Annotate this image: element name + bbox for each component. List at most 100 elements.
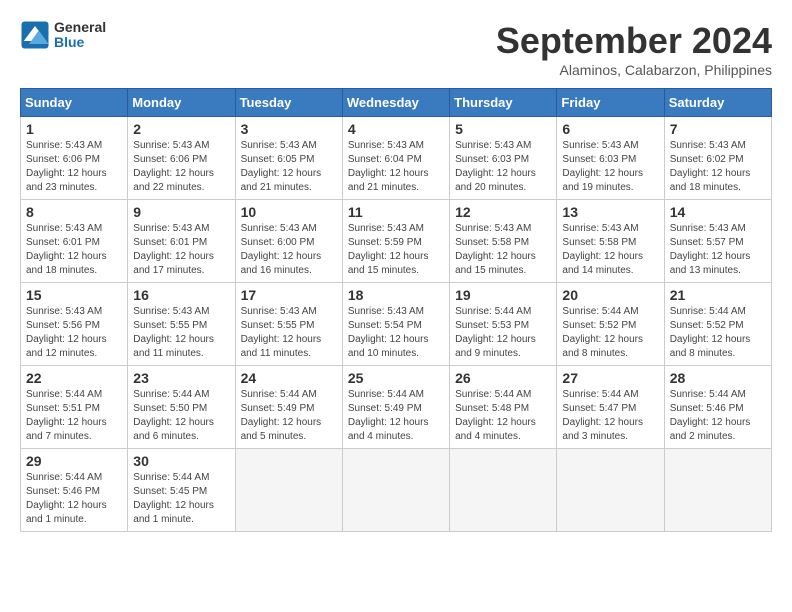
- calendar-cell: [235, 449, 342, 532]
- calendar-cell: 19 Sunrise: 5:44 AMSunset: 5:53 PMDayligh…: [450, 283, 557, 366]
- calendar-cell: [664, 449, 771, 532]
- day-number: 17: [241, 287, 337, 303]
- day-number: 2: [133, 121, 229, 137]
- calendar-cell: 28 Sunrise: 5:44 AMSunset: 5:46 PMDayligh…: [664, 366, 771, 449]
- day-info: Sunrise: 5:44 AMSunset: 5:53 PMDaylight:…: [455, 305, 551, 361]
- day-info: Sunrise: 5:43 AMSunset: 6:06 PMDaylight:…: [133, 139, 229, 195]
- day-number: 6: [562, 121, 658, 137]
- calendar-week-row: 8 Sunrise: 5:43 AMSunset: 6:01 PMDaylight…: [21, 200, 772, 283]
- calendar-cell: 13 Sunrise: 5:43 AMSunset: 5:58 PMDayligh…: [557, 200, 664, 283]
- page-header: General Blue September 2024 Alaminos, Ca…: [20, 20, 772, 78]
- weekday-header: Friday: [557, 89, 664, 117]
- day-number: 26: [455, 370, 551, 386]
- calendar-cell: 30 Sunrise: 5:44 AMSunset: 5:45 PMDayligh…: [128, 449, 235, 532]
- weekday-header: Saturday: [664, 89, 771, 117]
- logo-text: General Blue: [54, 20, 106, 51]
- calendar-cell: 8 Sunrise: 5:43 AMSunset: 6:01 PMDaylight…: [21, 200, 128, 283]
- calendar-cell: 27 Sunrise: 5:44 AMSunset: 5:47 PMDayligh…: [557, 366, 664, 449]
- calendar-cell: 5 Sunrise: 5:43 AMSunset: 6:03 PMDaylight…: [450, 117, 557, 200]
- day-number: 20: [562, 287, 658, 303]
- logo-blue: Blue: [54, 35, 106, 50]
- weekday-header-row: SundayMondayTuesdayWednesdayThursdayFrid…: [21, 89, 772, 117]
- day-info: Sunrise: 5:43 AMSunset: 5:56 PMDaylight:…: [26, 305, 122, 361]
- calendar-cell: 3 Sunrise: 5:43 AMSunset: 6:05 PMDaylight…: [235, 117, 342, 200]
- calendar-week-row: 22 Sunrise: 5:44 AMSunset: 5:51 PMDayligh…: [21, 366, 772, 449]
- calendar-week-row: 1Sunrise: 5:43 AMSunset: 6:06 PMDaylight…: [21, 117, 772, 200]
- calendar-week-row: 29Sunrise: 5:44 AMSunset: 5:46 PMDayligh…: [21, 449, 772, 532]
- calendar-cell: 20 Sunrise: 5:44 AMSunset: 5:52 PMDayligh…: [557, 283, 664, 366]
- day-info: Sunrise: 5:43 AMSunset: 6:06 PMDaylight:…: [26, 139, 122, 195]
- day-number: 28: [670, 370, 766, 386]
- calendar-cell: 6 Sunrise: 5:43 AMSunset: 6:03 PMDaylight…: [557, 117, 664, 200]
- day-number: 21: [670, 287, 766, 303]
- day-number: 3: [241, 121, 337, 137]
- title-block: September 2024 Alaminos, Calabarzon, Phi…: [496, 20, 772, 78]
- day-number: 12: [455, 204, 551, 220]
- day-info: Sunrise: 5:44 AMSunset: 5:50 PMDaylight:…: [133, 388, 229, 444]
- day-number: 18: [348, 287, 444, 303]
- day-number: 14: [670, 204, 766, 220]
- calendar-cell: 14Sunrise: 5:43 AMSunset: 5:57 PMDayligh…: [664, 200, 771, 283]
- day-info: Sunrise: 5:44 AMSunset: 5:52 PMDaylight:…: [670, 305, 766, 361]
- day-info: Sunrise: 5:43 AMSunset: 5:58 PMDaylight:…: [455, 222, 551, 278]
- day-info: Sunrise: 5:44 AMSunset: 5:52 PMDaylight:…: [562, 305, 658, 361]
- day-info: Sunrise: 5:43 AMSunset: 6:01 PMDaylight:…: [133, 222, 229, 278]
- day-info: Sunrise: 5:44 AMSunset: 5:45 PMDaylight:…: [133, 471, 229, 527]
- day-number: 13: [562, 204, 658, 220]
- calendar-cell: 9 Sunrise: 5:43 AMSunset: 6:01 PMDaylight…: [128, 200, 235, 283]
- day-number: 8: [26, 204, 122, 220]
- day-info: Sunrise: 5:44 AMSunset: 5:47 PMDaylight:…: [562, 388, 658, 444]
- calendar-cell: 22 Sunrise: 5:44 AMSunset: 5:51 PMDayligh…: [21, 366, 128, 449]
- day-number: 25: [348, 370, 444, 386]
- day-info: Sunrise: 5:43 AMSunset: 5:55 PMDaylight:…: [133, 305, 229, 361]
- weekday-header: Thursday: [450, 89, 557, 117]
- calendar-cell: 16Sunrise: 5:43 AMSunset: 5:55 PMDayligh…: [128, 283, 235, 366]
- calendar-cell: 7 Sunrise: 5:43 AMSunset: 6:02 PMDaylight…: [664, 117, 771, 200]
- day-number: 10: [241, 204, 337, 220]
- calendar-cell: 4Sunrise: 5:43 AMSunset: 6:04 PMDaylight…: [342, 117, 449, 200]
- day-info: Sunrise: 5:43 AMSunset: 6:02 PMDaylight:…: [670, 139, 766, 195]
- location: Alaminos, Calabarzon, Philippines: [496, 62, 772, 78]
- weekday-header: Wednesday: [342, 89, 449, 117]
- day-info: Sunrise: 5:44 AMSunset: 5:49 PMDaylight:…: [241, 388, 337, 444]
- day-info: Sunrise: 5:43 AMSunset: 5:54 PMDaylight:…: [348, 305, 444, 361]
- day-number: 19: [455, 287, 551, 303]
- day-number: 27: [562, 370, 658, 386]
- logo-icon: [20, 20, 50, 50]
- day-number: 30: [133, 453, 229, 469]
- logo-general: General: [54, 20, 106, 35]
- weekday-header: Sunday: [21, 89, 128, 117]
- calendar-cell: 23 Sunrise: 5:44 AMSunset: 5:50 PMDayligh…: [128, 366, 235, 449]
- day-info: Sunrise: 5:44 AMSunset: 5:46 PMDaylight:…: [670, 388, 766, 444]
- day-info: Sunrise: 5:43 AMSunset: 5:58 PMDaylight:…: [562, 222, 658, 278]
- day-number: 24: [241, 370, 337, 386]
- calendar-cell: 26Sunrise: 5:44 AMSunset: 5:48 PMDayligh…: [450, 366, 557, 449]
- calendar-cell: 15 Sunrise: 5:43 AMSunset: 5:56 PMDayligh…: [21, 283, 128, 366]
- day-info: Sunrise: 5:43 AMSunset: 6:03 PMDaylight:…: [455, 139, 551, 195]
- calendar-cell: 24 Sunrise: 5:44 AMSunset: 5:49 PMDayligh…: [235, 366, 342, 449]
- month-title: September 2024: [496, 20, 772, 62]
- day-number: 5: [455, 121, 551, 137]
- calendar-cell: [450, 449, 557, 532]
- day-number: 23: [133, 370, 229, 386]
- day-info: Sunrise: 5:43 AMSunset: 6:05 PMDaylight:…: [241, 139, 337, 195]
- day-info: Sunrise: 5:44 AMSunset: 5:51 PMDaylight:…: [26, 388, 122, 444]
- day-info: Sunrise: 5:43 AMSunset: 5:55 PMDaylight:…: [241, 305, 337, 361]
- day-number: 9: [133, 204, 229, 220]
- day-info: Sunrise: 5:44 AMSunset: 5:49 PMDaylight:…: [348, 388, 444, 444]
- calendar-cell: [557, 449, 664, 532]
- calendar-cell: 29Sunrise: 5:44 AMSunset: 5:46 PMDayligh…: [21, 449, 128, 532]
- day-info: Sunrise: 5:43 AMSunset: 6:03 PMDaylight:…: [562, 139, 658, 195]
- day-number: 15: [26, 287, 122, 303]
- calendar-cell: 1Sunrise: 5:43 AMSunset: 6:06 PMDaylight…: [21, 117, 128, 200]
- day-number: 11: [348, 204, 444, 220]
- calendar-week-row: 15 Sunrise: 5:43 AMSunset: 5:56 PMDayligh…: [21, 283, 772, 366]
- calendar-table: SundayMondayTuesdayWednesdayThursdayFrid…: [20, 88, 772, 532]
- calendar-cell: [342, 449, 449, 532]
- day-number: 7: [670, 121, 766, 137]
- calendar-cell: 2 Sunrise: 5:43 AMSunset: 6:06 PMDaylight…: [128, 117, 235, 200]
- calendar-cell: 25 Sunrise: 5:44 AMSunset: 5:49 PMDayligh…: [342, 366, 449, 449]
- day-number: 22: [26, 370, 122, 386]
- day-info: Sunrise: 5:43 AMSunset: 6:01 PMDaylight:…: [26, 222, 122, 278]
- day-number: 29: [26, 453, 122, 469]
